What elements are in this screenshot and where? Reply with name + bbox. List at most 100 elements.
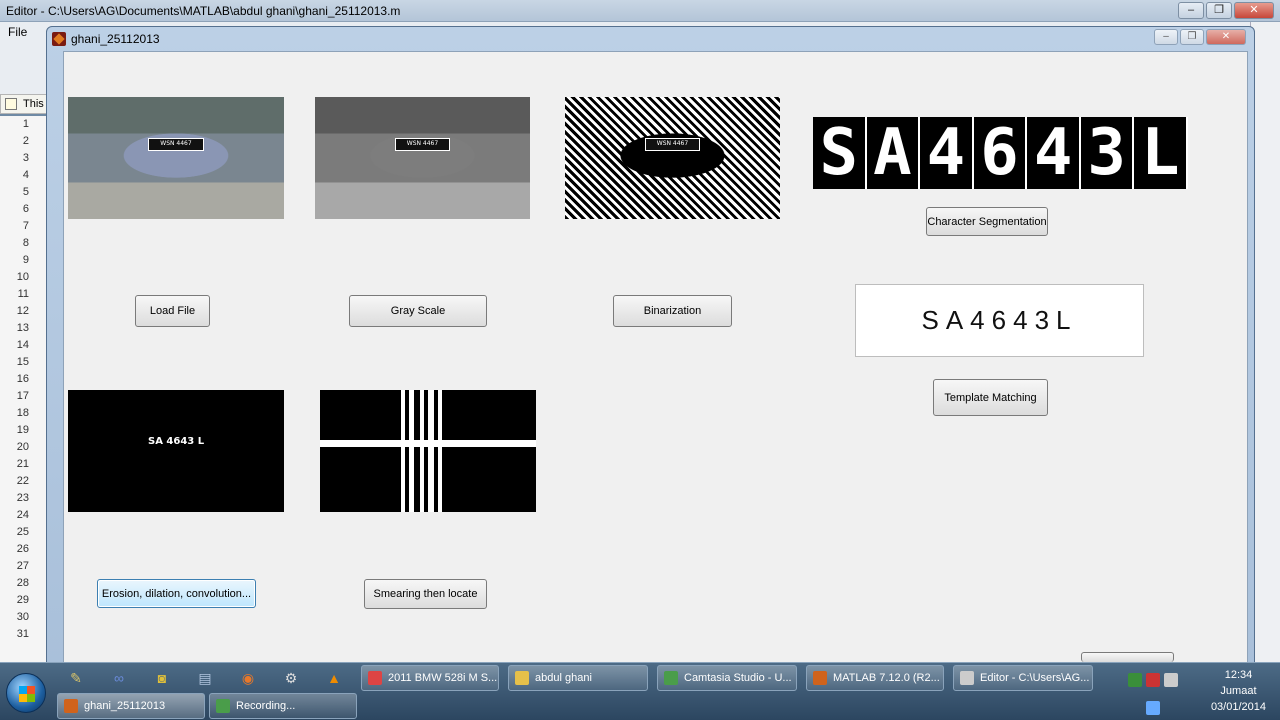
line-number: 22: [16, 475, 29, 487]
editor-maximize-button[interactable]: ❐: [1206, 2, 1232, 19]
line-number: 2: [22, 135, 29, 147]
figure-window-title: ghani_25112013: [71, 32, 160, 46]
taskbar-item[interactable]: Recording...: [209, 693, 357, 719]
segmented-char: L: [1134, 117, 1189, 189]
license-plate: WSN 4467: [147, 138, 205, 151]
line-number-gutter: 1 2 3 4 5 6 7 8 9 10 11 12 13 14 15 16 17 18 19 20 21 22 23 24 2…: [0, 116, 48, 662]
chrome-icon: [368, 671, 382, 685]
update-icon[interactable]: [1146, 701, 1160, 715]
license-plate: WSN 4467: [644, 138, 701, 151]
line-number: 8: [22, 237, 29, 249]
editor-tab-label: This: [23, 98, 44, 110]
segmented-char: 3: [1080, 117, 1135, 189]
taskbar-item-label: ghani_25112013: [84, 700, 166, 712]
clock-time: 12:34: [1224, 669, 1253, 681]
line-number: 18: [16, 407, 29, 419]
vlc-icon[interactable]: ▲: [322, 667, 346, 689]
note-icon[interactable]: ▤: [193, 667, 217, 689]
taskbar-item-label: Recording...: [236, 700, 296, 712]
template-matching-button[interactable]: Template Matching: [933, 379, 1048, 416]
taskbar-item-label: abdul ghani: [535, 672, 592, 684]
editor-window-title: Editor - C:\Users\AG\Documents\MATLAB\ab…: [6, 4, 401, 18]
tool-icon[interactable]: ⚙: [279, 667, 303, 689]
figure-minimize-button[interactable]: –: [1154, 29, 1178, 45]
line-number: 29: [16, 594, 29, 606]
line-number: 28: [16, 577, 29, 589]
line-number: 31: [16, 628, 29, 640]
menu-file[interactable]: File: [8, 25, 27, 39]
taskbar-item[interactable]: ghani_25112013: [57, 693, 205, 719]
link-icon[interactable]: ∞: [107, 667, 131, 689]
editor-toolbar: [0, 42, 48, 94]
figure-titlebar: ghani_25112013 – ❐ ✕: [47, 27, 1254, 49]
document-icon: [5, 98, 17, 110]
line-number: 20: [16, 441, 29, 453]
smear-vertical-line: [428, 390, 434, 512]
taskbar-item[interactable]: MATLAB 7.12.0 (R2...: [806, 665, 944, 691]
windows-taskbar: ✎ ∞ ◙ ▤ ◉ ⚙ ▲ 2011 BMW 528i M S... abdul ghani C…: [0, 662, 1280, 720]
gray-scale-button[interactable]: Gray Scale: [349, 295, 487, 327]
line-number: 30: [16, 611, 29, 623]
network-icon[interactable]: [1128, 673, 1142, 687]
line-number: 12: [16, 305, 29, 317]
line-number: 26: [16, 543, 29, 555]
segmented-characters: SA4643L: [813, 117, 1189, 189]
firefox-icon[interactable]: ◉: [236, 667, 260, 689]
line-number: 16: [16, 373, 29, 385]
pen-icon[interactable]: ✎: [64, 667, 88, 689]
editor-file-tab[interactable]: This: [0, 94, 48, 114]
taskbar-item[interactable]: Camtasia Studio - U...: [657, 665, 797, 691]
smearing-then-locate-button[interactable]: Smearing then locate: [364, 579, 487, 609]
smear-vertical-line: [438, 390, 442, 512]
eroded-plate-label: SA 4643 L: [148, 436, 205, 447]
taskbar-item-label: Camtasia Studio - U...: [684, 672, 792, 684]
camera-icon[interactable]: ◙: [150, 667, 174, 689]
recorder-icon[interactable]: [1146, 673, 1160, 687]
smearing-image: [320, 390, 536, 512]
line-number: 3: [22, 152, 29, 164]
original-image: WSN 4467: [68, 97, 284, 219]
segmented-char: 4: [1027, 117, 1081, 189]
eroded-image: SA 4643 L: [68, 390, 284, 512]
editor-titlebar: Editor - C:\Users\AG\Documents\MATLAB\ab…: [0, 0, 1280, 22]
figure-close-button[interactable]: ✕: [1206, 29, 1246, 45]
binarization-button[interactable]: Binarization: [613, 295, 732, 327]
line-number: 11: [17, 288, 29, 300]
matlab-icon: [813, 671, 827, 685]
line-number: 9: [22, 254, 29, 266]
start-button[interactable]: [6, 673, 46, 713]
line-number: 6: [22, 203, 29, 215]
clock-date: 03/01/2014: [1210, 701, 1266, 713]
editor-window-controls: – ❐ ✕: [1178, 2, 1274, 19]
line-number: 14: [16, 339, 29, 351]
volume-icon[interactable]: [1164, 673, 1178, 687]
license-plate: WSN 4467: [394, 138, 451, 151]
erosion-dilation-convolution-button[interactable]: Erosion, dilation, convolution...: [97, 579, 256, 608]
line-number: 10: [16, 271, 29, 283]
line-number: 23: [16, 492, 29, 504]
smear-vertical-line: [420, 390, 424, 512]
segmented-char: A: [866, 117, 921, 189]
camtasia-icon: [664, 671, 678, 685]
line-number: 24: [16, 509, 29, 521]
matlab-figure-icon: [64, 699, 78, 713]
figure-maximize-button[interactable]: ❐: [1180, 29, 1204, 45]
matlab-logo-icon: [52, 32, 66, 46]
partial-hidden-button[interactable]: [1081, 652, 1174, 662]
recognized-plate-text: SA4643L: [855, 284, 1144, 357]
load-file-button[interactable]: Load File: [135, 295, 210, 327]
taskbar-item[interactable]: abdul ghani: [508, 665, 648, 691]
taskbar-item[interactable]: Editor - C:\Users\AG...: [953, 665, 1093, 691]
line-number: 25: [16, 526, 29, 538]
editor-minimize-button[interactable]: –: [1178, 2, 1204, 19]
taskbar-item-label: Editor - C:\Users\AG...: [980, 672, 1090, 684]
segmented-char: S: [813, 117, 867, 189]
line-number: 27: [16, 560, 29, 572]
editor-close-button[interactable]: ✕: [1234, 2, 1274, 19]
taskbar-item-label: MATLAB 7.12.0 (R2...: [833, 672, 940, 684]
line-number: 21: [16, 458, 29, 470]
character-segmentation-button[interactable]: Character Segmentation: [926, 207, 1048, 236]
folder-icon: [515, 671, 529, 685]
system-clock[interactable]: 12:34 Jumaat 03/01/2014: [1211, 667, 1266, 715]
taskbar-item[interactable]: 2011 BMW 528i M S...: [361, 665, 499, 691]
